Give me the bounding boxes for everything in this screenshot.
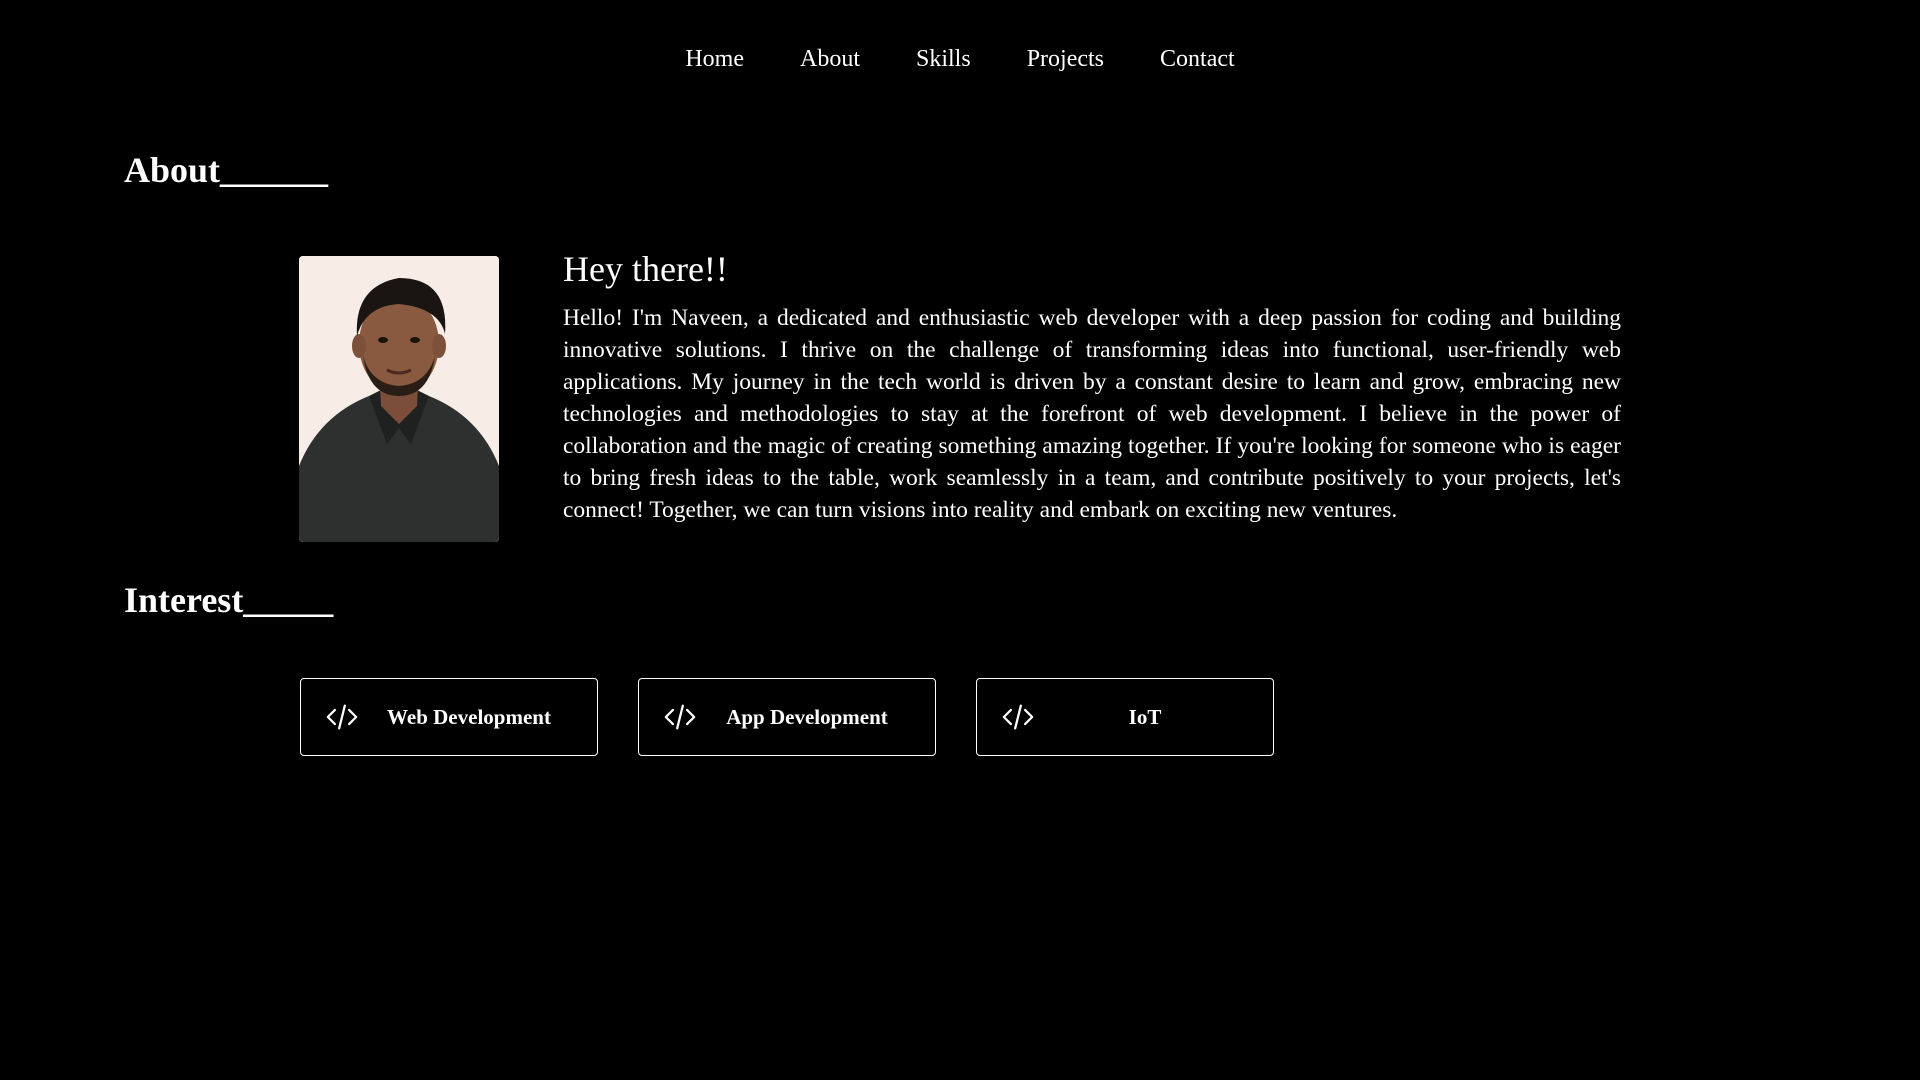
top-nav: Home About Skills Projects Contact (0, 40, 1920, 78)
nav-contact-link[interactable]: Contact (1160, 40, 1235, 78)
code-icon (664, 704, 696, 730)
code-icon (1002, 704, 1034, 730)
greeting-heading: Hey there!! (563, 249, 728, 289)
nav-about-link[interactable]: About (800, 40, 860, 78)
interest-card-label: IoT (1128, 704, 1162, 729)
interest-card-label: App Development (726, 704, 888, 729)
interest-cards: Web Development App Development IoT (300, 678, 1274, 756)
interest-card-app-development[interactable]: App Development (638, 678, 936, 756)
nav-home-link[interactable]: Home (685, 40, 744, 78)
about-intro: Hey there!! Hello! I'm Naveen, a dedicat… (563, 246, 1621, 526)
interest-card-web-development[interactable]: Web Development (300, 678, 598, 756)
nav-skills-link[interactable]: Skills (916, 40, 971, 78)
bio-paragraph: Hello! I'm Naveen, a dedicated and enthu… (563, 305, 1621, 523)
code-icon (326, 704, 358, 730)
interest-heading: Interest_____ (124, 580, 334, 620)
interest-card-iot[interactable]: IoT (976, 678, 1274, 756)
interest-card-label: Web Development (387, 704, 551, 729)
nav-projects-link[interactable]: Projects (1027, 40, 1104, 78)
profile-photo (299, 256, 499, 542)
about-heading: About______ (124, 150, 329, 190)
